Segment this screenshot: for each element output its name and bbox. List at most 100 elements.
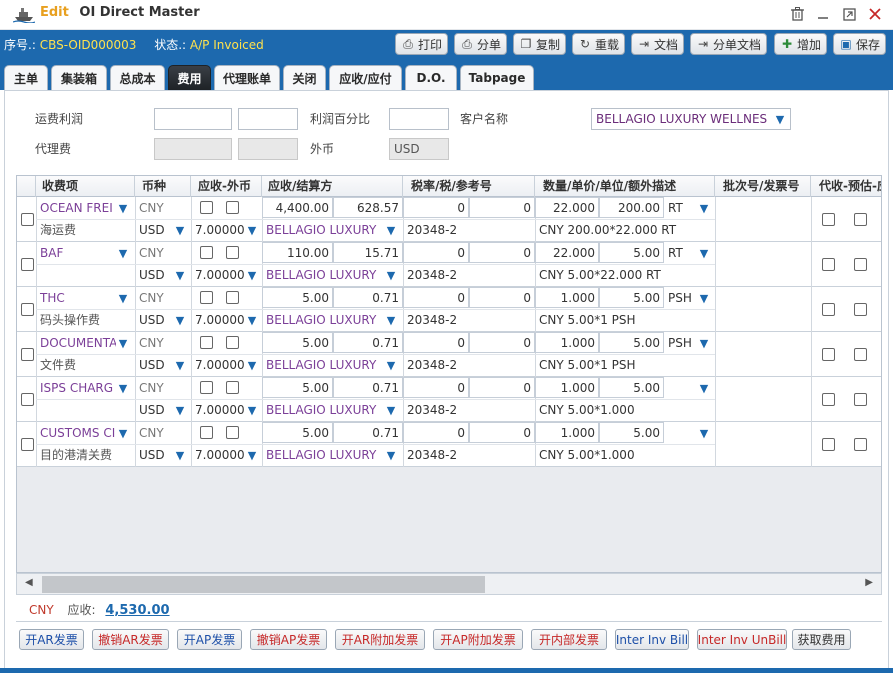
foreign-currency-input[interactable]: USD — [389, 138, 449, 160]
chevron-down-icon[interactable]: ▼ — [172, 447, 188, 463]
reload-button[interactable]: ↻ 重载 — [572, 33, 626, 55]
tax-rate[interactable]: 0 — [403, 197, 469, 219]
ar-foreign-checkbox-2[interactable] — [226, 246, 239, 259]
agent-fee-input[interactable] — [154, 138, 232, 160]
close-icon[interactable] — [866, 5, 884, 23]
ar-foreign-checkbox[interactable] — [200, 336, 213, 349]
charge-row[interactable]: CUSTOMS CI ▼ 目的港清关费 CNY USD ▼ 7.00000 ▼ 5.00 0.71… — [17, 422, 881, 467]
unit[interactable]: PSH — [664, 287, 698, 309]
grid-header-collect[interactable]: 代收-预估-应 — [811, 176, 881, 197]
exchange-rate[interactable]: 7.00000 — [191, 309, 245, 331]
exchange-rate[interactable]: 7.00000 — [191, 354, 245, 376]
collect-checkbox[interactable] — [822, 258, 835, 271]
scrollbar-thumb[interactable] — [42, 576, 485, 593]
grid-header-qty[interactable]: 数量/单价/单位/额外描述 — [535, 176, 715, 197]
estimate-checkbox[interactable] — [854, 393, 867, 406]
chevron-down-icon[interactable]: ▼ — [115, 200, 131, 216]
tab-do[interactable]: D.O. — [405, 65, 457, 90]
ar-foreign-checkbox-2[interactable] — [226, 201, 239, 214]
tab-charges[interactable]: 费用 — [168, 65, 211, 90]
row-select-checkbox[interactable] — [21, 393, 34, 406]
scroll-left-icon[interactable]: ◀ — [25, 577, 33, 588]
chevron-down-icon[interactable]: ▼ — [696, 200, 712, 216]
document-button[interactable]: ⇥ 文档 — [631, 33, 685, 55]
extra-description[interactable]: CNY 200.00*22.000 RT — [535, 219, 715, 241]
tax[interactable]: 0 — [469, 197, 535, 219]
quantity[interactable]: 1.000 — [535, 377, 599, 399]
row-select-checkbox[interactable] — [21, 303, 34, 316]
inter-inv-bill-button[interactable]: Inter Inv Bill — [615, 629, 689, 650]
extra-description[interactable]: CNY 5.00*1 PSH — [535, 354, 715, 376]
ar-foreign-checkbox[interactable] — [200, 426, 213, 439]
unit[interactable]: RT — [664, 197, 698, 219]
foreign-amount[interactable]: 628.57 — [333, 197, 403, 219]
unit-price[interactable]: 5.00 — [599, 332, 664, 354]
chevron-down-icon[interactable]: ▼ — [172, 357, 188, 373]
grid-header-charge[interactable]: 收费项 — [36, 176, 135, 197]
profit-pct-input[interactable] — [389, 108, 449, 130]
row-select-checkbox[interactable] — [21, 348, 34, 361]
open-ap-extra-invoice-button[interactable]: 开AP附加发票 — [433, 629, 523, 650]
tab-containers[interactable]: 集装箱 — [51, 65, 107, 90]
charge-row[interactable]: DOCUMENTA ▼ 文件费 CNY USD ▼ 7.00000 ▼ 5.00 0.71 BELL… — [17, 332, 881, 377]
amount[interactable]: 5.00 — [262, 287, 333, 309]
ar-foreign-checkbox-2[interactable] — [226, 291, 239, 304]
exchange-rate[interactable]: 7.00000 — [191, 219, 245, 241]
chevron-down-icon[interactable]: ▼ — [244, 402, 260, 418]
tab-ar-ap[interactable]: 应收/应付 — [329, 65, 402, 90]
extra-description[interactable]: CNY 5.00*1 PSH — [535, 309, 715, 331]
chevron-down-icon[interactable]: ▼ — [115, 380, 131, 396]
chevron-down-icon[interactable]: ▼ — [244, 267, 260, 283]
chevron-down-icon[interactable]: ▼ — [383, 222, 399, 238]
chevron-down-icon[interactable]: ▼ — [696, 245, 712, 261]
charge-item[interactable]: ISPS CHARG — [36, 377, 116, 399]
settlement-party[interactable]: BELLAGIO LUXURY — [262, 444, 384, 466]
amount[interactable]: 5.00 — [262, 377, 333, 399]
unit[interactable]: RT — [664, 242, 698, 264]
extra-description[interactable]: CNY 5.00*1.000 — [535, 399, 715, 421]
tab-total-cost[interactable]: 总成本 — [110, 65, 165, 90]
tax[interactable]: 0 — [469, 242, 535, 264]
quantity[interactable]: 1.000 — [535, 332, 599, 354]
chevron-down-icon[interactable]: ▼ — [115, 425, 131, 441]
currency-2[interactable]: USD — [135, 219, 175, 241]
chevron-down-icon[interactable]: ▼ — [172, 402, 188, 418]
tab-agent-bill[interactable]: 代理账单 — [214, 65, 280, 90]
ar-foreign-checkbox[interactable] — [200, 291, 213, 304]
estimate-checkbox[interactable] — [854, 303, 867, 316]
estimate-checkbox[interactable] — [854, 348, 867, 361]
charge-row[interactable]: OCEAN FREI ▼ 海运费 CNY USD ▼ 7.00000 ▼ 4,400.00 628… — [17, 197, 881, 242]
row-select-checkbox[interactable] — [21, 213, 34, 226]
chevron-down-icon[interactable]: ▼ — [696, 425, 712, 441]
freight-profit-input[interactable] — [154, 108, 232, 130]
grid-header-ar-party[interactable]: 应收/结算方 — [262, 176, 403, 197]
unit-price[interactable]: 5.00 — [599, 287, 664, 309]
ar-foreign-checkbox-2[interactable] — [226, 426, 239, 439]
chevron-down-icon[interactable]: ▼ — [244, 312, 260, 328]
tab-tabpage[interactable]: Tabpage — [460, 65, 534, 90]
tax-rate[interactable]: 0 — [403, 377, 469, 399]
add-button[interactable]: ✚ 增加 — [774, 33, 828, 55]
unit-price[interactable]: 5.00 — [599, 377, 664, 399]
tax[interactable]: 0 — [469, 377, 535, 399]
chevron-down-icon[interactable]: ▼ — [244, 222, 260, 238]
extra-description[interactable]: CNY 5.00*1.000 — [535, 444, 715, 466]
chevron-down-icon[interactable]: ▼ — [115, 245, 131, 261]
maximize-icon[interactable] — [840, 5, 858, 23]
row-select-checkbox[interactable] — [21, 258, 34, 271]
row-select-checkbox[interactable] — [21, 438, 34, 451]
freight-profit-input-2[interactable] — [238, 108, 298, 130]
chevron-down-icon[interactable]: ▼ — [383, 267, 399, 283]
amount[interactable]: 5.00 — [262, 422, 333, 444]
charge-item[interactable]: CUSTOMS CI — [36, 422, 116, 444]
unit[interactable]: PSH — [664, 332, 698, 354]
reference-no[interactable]: 20348-2 — [403, 354, 535, 376]
copy-button[interactable]: ❐ 复制 — [513, 33, 567, 55]
quantity[interactable]: 1.000 — [535, 422, 599, 444]
ar-foreign-checkbox[interactable] — [200, 381, 213, 394]
quantity[interactable]: 22.000 — [535, 197, 599, 219]
quantity[interactable]: 1.000 — [535, 287, 599, 309]
quantity[interactable]: 22.000 — [535, 242, 599, 264]
collect-checkbox[interactable] — [822, 393, 835, 406]
exchange-rate[interactable]: 7.00000 — [191, 399, 245, 421]
